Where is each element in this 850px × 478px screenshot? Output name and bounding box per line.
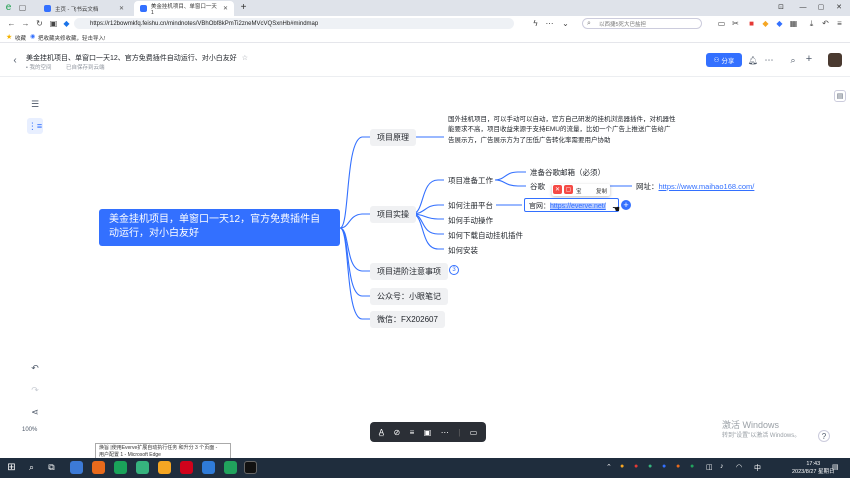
node-download-plugin[interactable]: 如何下载自动挂机插件	[448, 230, 523, 241]
branch-project-principle[interactable]: 项目原理	[370, 129, 416, 146]
taskbar-app-blue[interactable]	[202, 461, 215, 474]
node-register-platform[interactable]: 如何注册平台	[448, 200, 493, 211]
node-label: 项目准备工作	[448, 176, 493, 185]
taskbar-app-red[interactable]	[180, 461, 193, 474]
node-label: 如何注册平台	[448, 201, 493, 210]
bottom-toolbar: A̲ ⊘ ≡ ▣ ⋯ | ▭	[370, 422, 486, 442]
outline-icon[interactable]: ☰	[27, 96, 43, 112]
tray-app-icon[interactable]: ●	[648, 463, 652, 470]
text-style-icon[interactable]: A̲	[379, 428, 384, 437]
taskbar-app-green[interactable]	[136, 461, 149, 474]
node-google-mail[interactable]: 准备谷歌邮箱（必须）	[530, 167, 605, 178]
windows-start-icon[interactable]: ⊞	[6, 462, 17, 473]
add-child-node-button[interactable]: +	[621, 200, 631, 210]
check-icon[interactable]: ⊘	[394, 428, 401, 437]
node-install[interactable]: 如何安装	[448, 245, 478, 256]
wifi-icon[interactable]: ◠	[736, 463, 742, 471]
tray-app-icon[interactable]: ●	[676, 463, 680, 470]
node-label: 如何手动操作	[448, 216, 493, 225]
collapsed-children-badge[interactable]: 3	[449, 265, 459, 275]
network-icon[interactable]: ◫	[706, 463, 713, 471]
toolbar-label-left[interactable]: 宝	[576, 187, 582, 195]
mindmap-mode-icon[interactable]: ⋮≡	[27, 118, 43, 134]
zoom-level[interactable]: 100%	[22, 427, 37, 433]
undo-icon[interactable]: ↶	[27, 360, 43, 376]
task-view-icon[interactable]: ⧉	[46, 462, 57, 473]
taskbar-clock[interactable]: 17:43 2023/8/27 星期日	[792, 460, 835, 476]
taskbar-app-capcut[interactable]	[244, 461, 257, 474]
node-label: 谷歌	[530, 182, 545, 191]
lang-label: 中	[754, 465, 761, 472]
node-floating-toolbar: ✕ ▢ 宝 复制	[552, 184, 610, 196]
node-label: 微信：FX202607	[377, 315, 438, 324]
node-label: 如何下载自动挂机插件	[448, 231, 523, 240]
website-link[interactable]: https://www.maihao168.com/	[659, 182, 755, 191]
tray-app-icon[interactable]: ●	[690, 463, 694, 470]
more-icon[interactable]: ⋯	[441, 428, 449, 437]
taskbar-app-wechat[interactable]	[224, 461, 237, 474]
clock-time: 17:43	[806, 461, 821, 467]
mindmap-root-node[interactable]: 美金挂机项目，单窗口一天12，官方免费插件自动运行，对小白友好	[99, 209, 340, 246]
tray-app-icon[interactable]: ●	[662, 463, 666, 470]
clock-date: 2023/8/27 星期日	[792, 469, 835, 475]
copy-icon[interactable]: ▢	[564, 185, 573, 194]
lang-icon[interactable]: 中	[754, 463, 761, 473]
divider: |	[458, 427, 461, 437]
node-website[interactable]: 网址：https://www.maihao168.com/	[636, 181, 754, 192]
node-label: 项目实操	[377, 210, 409, 219]
branch-project-practice[interactable]: 项目实操	[370, 206, 416, 223]
comment-icon[interactable]: ▤	[834, 90, 846, 102]
node-label: 公众号：小眼笔记	[377, 292, 441, 301]
search-icon[interactable]: ⌕	[26, 462, 37, 473]
taskbar-app-edge[interactable]	[114, 461, 127, 474]
node-label: 准备谷歌邮箱（必须）	[530, 168, 605, 177]
official-link-selected[interactable]: https://everve.net/	[550, 203, 606, 210]
principle-description-node[interactable]: 国外挂机项目，可以手动可以自动，官方自己研发的挂机浏览器插件，对机器性能要求不高…	[448, 115, 676, 146]
description-text: 国外挂机项目，可以手动可以自动，官方自己研发的挂机浏览器插件，对机器性能要求不高…	[448, 116, 676, 144]
redo-icon[interactable]: ↷	[27, 382, 43, 398]
activation-subtitle: 转到"设置"以激活 Windows。	[722, 433, 801, 439]
root-node-text: 美金挂机项目，单窗口一天12，官方免费插件自动运行，对小白友好	[109, 214, 321, 239]
image-icon[interactable]: ▣	[424, 428, 432, 437]
node-official-site-editing[interactable]: 官网：https://everve.net/	[524, 198, 619, 212]
branch-wechat-account[interactable]: 公众号：小眼笔记	[370, 288, 448, 305]
node-prep-work[interactable]: 项目准备工作	[448, 175, 493, 186]
tray-expand-icon[interactable]: ⌃	[606, 463, 612, 471]
toolbar-copy-label[interactable]: 复制	[596, 187, 607, 195]
tooltip-line-1: 焕旨 |使用Everve扩展自动执行任务 和升分 3 个页面 -	[99, 445, 218, 451]
node-manual-operation[interactable]: 如何手动操作	[448, 215, 493, 226]
branch-advanced-notes[interactable]: 项目进阶注意事项	[370, 263, 448, 280]
delete-icon[interactable]: ✕	[553, 185, 562, 194]
list-icon[interactable]: ≡	[410, 428, 415, 437]
taskbar-app-folder[interactable]	[158, 461, 171, 474]
tray-app-icon[interactable]: ●	[620, 463, 624, 470]
taskbar-app-chrome[interactable]	[92, 461, 105, 474]
layout-icon[interactable]: ⋖	[27, 404, 43, 420]
website-prefix: 网址：	[636, 182, 659, 191]
volume-icon[interactable]: ♪	[720, 463, 724, 470]
node-label: 如何安装	[448, 246, 478, 255]
official-prefix: 官网：	[529, 203, 550, 210]
help-icon[interactable]: ?	[818, 430, 830, 442]
notification-icon[interactable]: ▤	[832, 463, 839, 471]
comment-icon[interactable]: ▭	[470, 428, 478, 437]
taskbar-app-fan[interactable]	[70, 461, 83, 474]
collapsed-count: 3	[452, 267, 456, 273]
mouse-cursor-icon: ☚	[612, 204, 621, 214]
tray-app-icon[interactable]: ●	[634, 463, 638, 470]
node-google[interactable]: 谷歌	[530, 181, 545, 192]
node-label: 项目原理	[377, 133, 409, 142]
branch-wechat-id[interactable]: 微信：FX202607	[370, 311, 445, 328]
node-label: 项目进阶注意事项	[377, 267, 441, 276]
taskbar-tooltip: 焕旨 |使用Everve扩展自动执行任务 和升分 3 个页面 - 用户配置 1 …	[95, 443, 231, 459]
